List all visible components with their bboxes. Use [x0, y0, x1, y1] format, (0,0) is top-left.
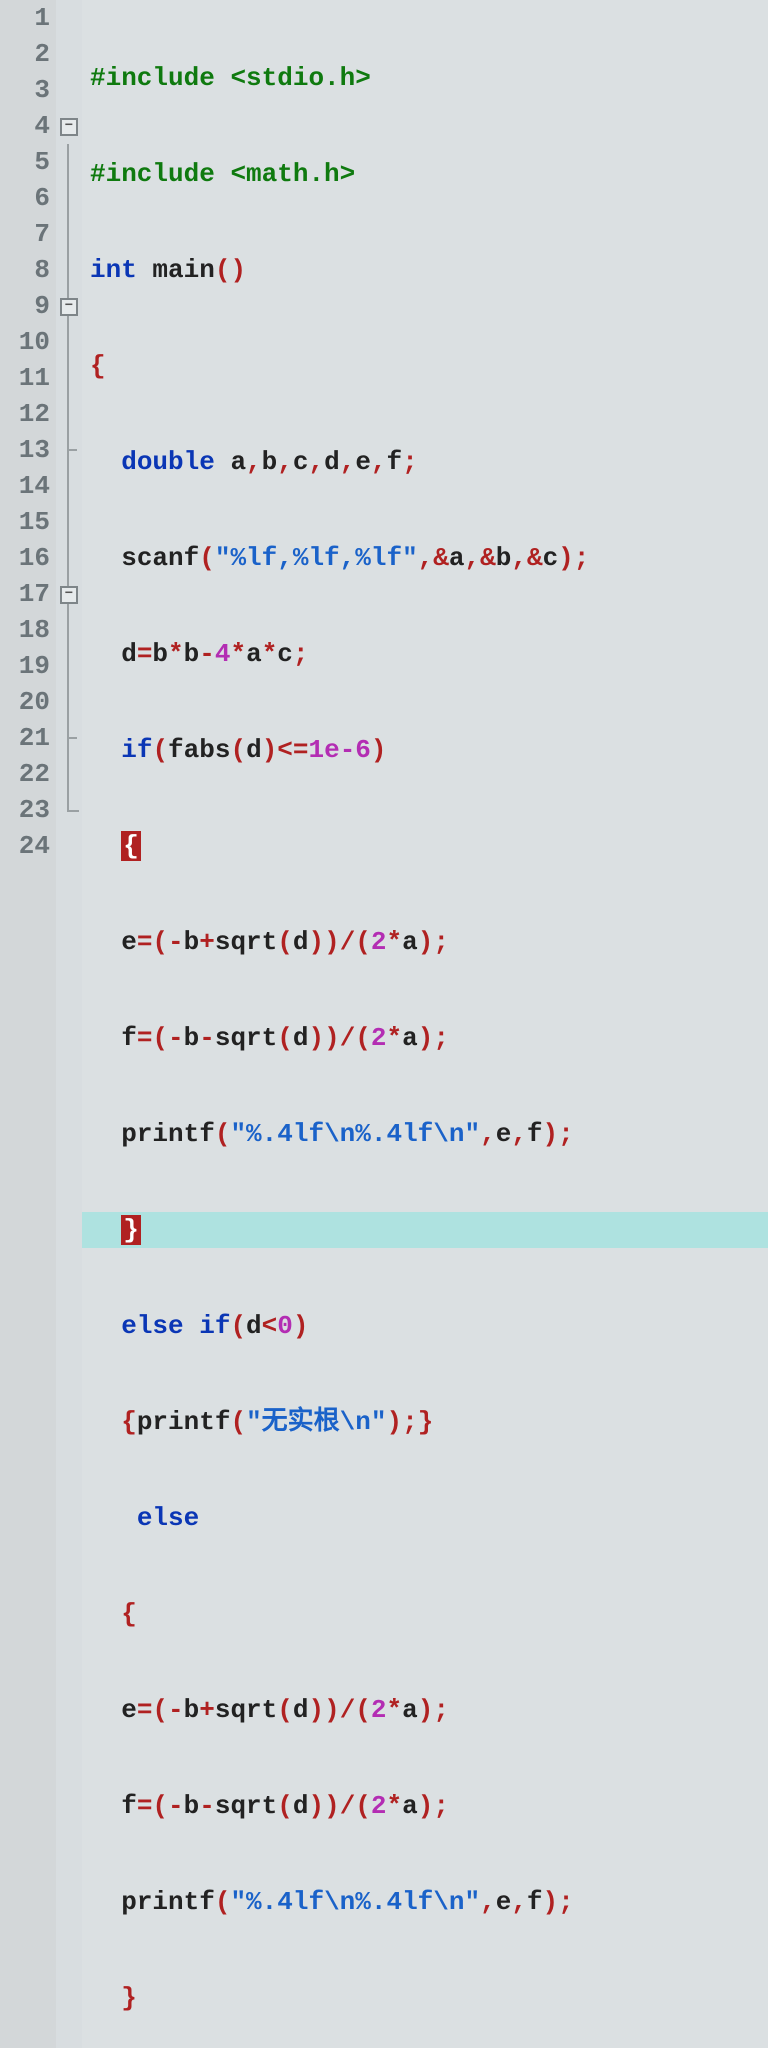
line-number: 18 [0, 612, 50, 648]
line-number: 11 [0, 360, 50, 396]
line-number: 16 [0, 540, 50, 576]
code-line[interactable]: printf("%.4lf\n%.4lf\n",e,f); [90, 1116, 768, 1152]
code-line[interactable]: f=(-b-sqrt(d))/(2*a); [90, 1020, 768, 1056]
code-area[interactable]: #include <stdio.h> #include <math.h> int… [82, 0, 768, 2048]
line-number: 23 [0, 792, 50, 828]
code-editor[interactable]: 1 2 3 4 5 6 7 8 9 10 11 12 13 14 15 16 1… [0, 0, 768, 2048]
line-number: 14 [0, 468, 50, 504]
code-line[interactable]: { [90, 348, 768, 384]
code-line[interactable]: d=b*b-4*a*c; [90, 636, 768, 672]
code-line[interactable]: else if(d<0) [90, 1308, 768, 1344]
line-number: 24 [0, 828, 50, 864]
code-line[interactable]: if(fabs(d)<=1e-6) [90, 732, 768, 768]
line-number: 5 [0, 144, 50, 180]
line-number: 2 [0, 36, 50, 72]
line-number: 19 [0, 648, 50, 684]
code-line[interactable]: {printf("无实根\n");} [90, 1404, 768, 1440]
line-number: 12 [0, 396, 50, 432]
code-line[interactable]: { [90, 1596, 768, 1632]
code-line[interactable]: double a,b,c,d,e,f; [90, 444, 768, 480]
code-line[interactable]: } [90, 1980, 768, 2016]
code-line[interactable]: e=(-b+sqrt(d))/(2*a); [90, 1692, 768, 1728]
line-number: 7 [0, 216, 50, 252]
line-number: 13 [0, 432, 50, 468]
line-number: 6 [0, 180, 50, 216]
line-number: 10 [0, 324, 50, 360]
line-number: 1 [0, 0, 50, 36]
fold-gutter: − − − [56, 0, 82, 2048]
code-line[interactable]: #include <math.h> [90, 156, 768, 192]
line-number: 8 [0, 252, 50, 288]
line-number: 4 [0, 108, 50, 144]
fold-toggle-icon[interactable]: − [60, 586, 78, 604]
code-line[interactable]: f=(-b-sqrt(d))/(2*a); [90, 1788, 768, 1824]
code-line[interactable]: { [90, 828, 768, 864]
code-line[interactable]: int main() [90, 252, 768, 288]
code-line[interactable]: scanf("%lf,%lf,%lf",&a,&b,&c); [90, 540, 768, 576]
line-number: 17 [0, 576, 50, 612]
code-line[interactable]: else [90, 1500, 768, 1536]
line-number: 15 [0, 504, 50, 540]
line-number: 21 [0, 720, 50, 756]
line-number: 3 [0, 72, 50, 108]
line-number-gutter: 1 2 3 4 5 6 7 8 9 10 11 12 13 14 15 16 1… [0, 0, 56, 2048]
code-line[interactable]: e=(-b+sqrt(d))/(2*a); [90, 924, 768, 960]
line-number: 9 [0, 288, 50, 324]
code-line[interactable]: printf("%.4lf\n%.4lf\n",e,f); [90, 1884, 768, 1920]
code-line[interactable]: #include <stdio.h> [90, 60, 768, 96]
fold-toggle-icon[interactable]: − [60, 118, 78, 136]
current-line-highlight [82, 1212, 768, 1248]
line-number: 20 [0, 684, 50, 720]
fold-toggle-icon[interactable]: − [60, 298, 78, 316]
line-number: 22 [0, 756, 50, 792]
code-line[interactable]: } [90, 1212, 768, 1248]
